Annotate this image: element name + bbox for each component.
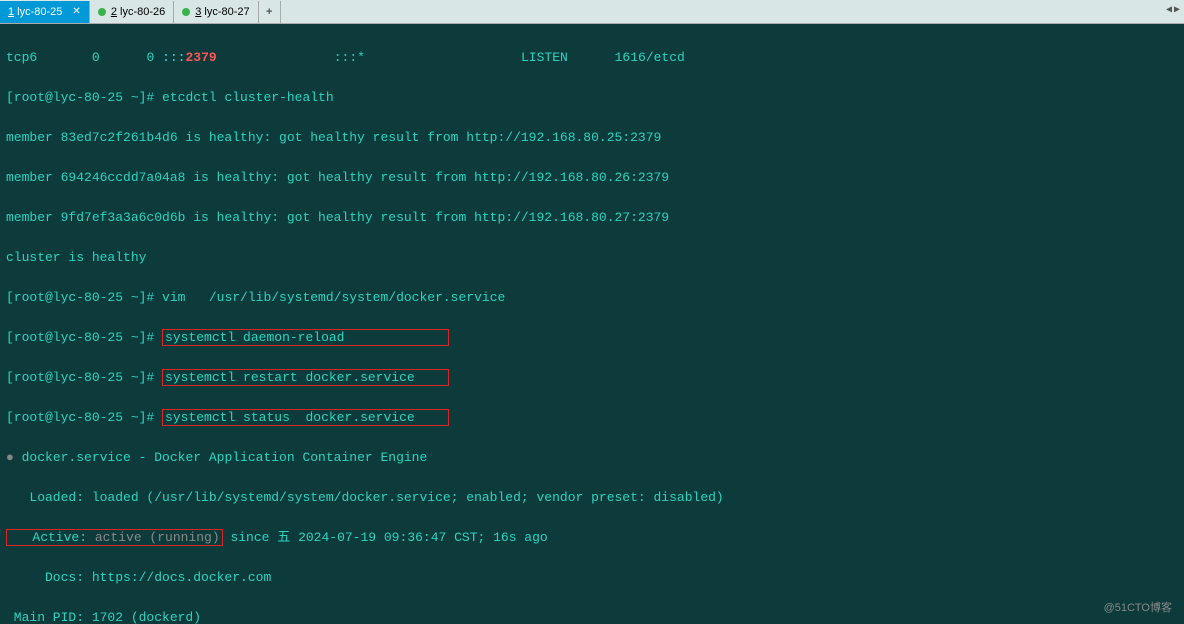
prompt-etcd: [root@lyc-80-25 ~]# etcdctl cluster-heal… — [6, 88, 1178, 108]
svc-active: Active: active (running) since 五 2024-07… — [6, 528, 1178, 548]
tab-lyc-80-26[interactable]: 2 lyc-80-26 — [90, 1, 174, 23]
tab-label: 3 lyc-80-27 — [195, 6, 249, 18]
member-3: member 9fd7ef3a3a6c0d6b is healthy: got … — [6, 208, 1178, 228]
svc-pid: Main PID: 1702 (dockerd) — [6, 608, 1178, 624]
prompt-vim: [root@lyc-80-25 ~]# vim /usr/lib/systemd… — [6, 288, 1178, 308]
tab-lyc-80-27[interactable]: 3 lyc-80-27 — [174, 1, 258, 23]
tab-bar: 1 lyc-80-25 ✕ 2 lyc-80-26 3 lyc-80-27 + ◀▶ — [0, 0, 1184, 24]
cluster-healthy: cluster is healthy — [6, 248, 1178, 268]
tab-scroll[interactable]: ◀▶ — [1166, 4, 1180, 16]
prompt-restart: [root@lyc-80-25 ~]# systemctl restart do… — [6, 368, 1178, 388]
status-dot-icon — [182, 8, 190, 16]
svc-loaded: Loaded: loaded (/usr/lib/systemd/system/… — [6, 488, 1178, 508]
svc-docs: Docs: https://docs.docker.com — [6, 568, 1178, 588]
tab-lyc-80-25[interactable]: 1 lyc-80-25 ✕ — [0, 1, 90, 23]
status-dot-icon — [98, 8, 106, 16]
tab-label: 2 lyc-80-26 — [111, 6, 165, 18]
net-line: tcp6 0 0 :::2379 :::* LISTEN 1616/etcd — [6, 48, 1178, 68]
new-tab-button[interactable]: + — [259, 1, 281, 23]
member-2: member 694246ccdd7a04a8 is healthy: got … — [6, 168, 1178, 188]
terminal[interactable]: tcp6 0 0 :::2379 :::* LISTEN 1616/etcd [… — [0, 24, 1184, 624]
close-icon[interactable]: ✕ — [72, 6, 80, 17]
svc-head: ● docker.service - Docker Application Co… — [6, 448, 1178, 468]
tab-label: 1 lyc-80-25 — [8, 6, 62, 18]
prompt-status: [root@lyc-80-25 ~]# systemctl status doc… — [6, 408, 1178, 428]
member-1: member 83ed7c2f261b4d6 is healthy: got h… — [6, 128, 1178, 148]
prompt-daemon: [root@lyc-80-25 ~]# systemctl daemon-rel… — [6, 328, 1178, 348]
watermark: @51CTO博客 — [1104, 598, 1172, 618]
